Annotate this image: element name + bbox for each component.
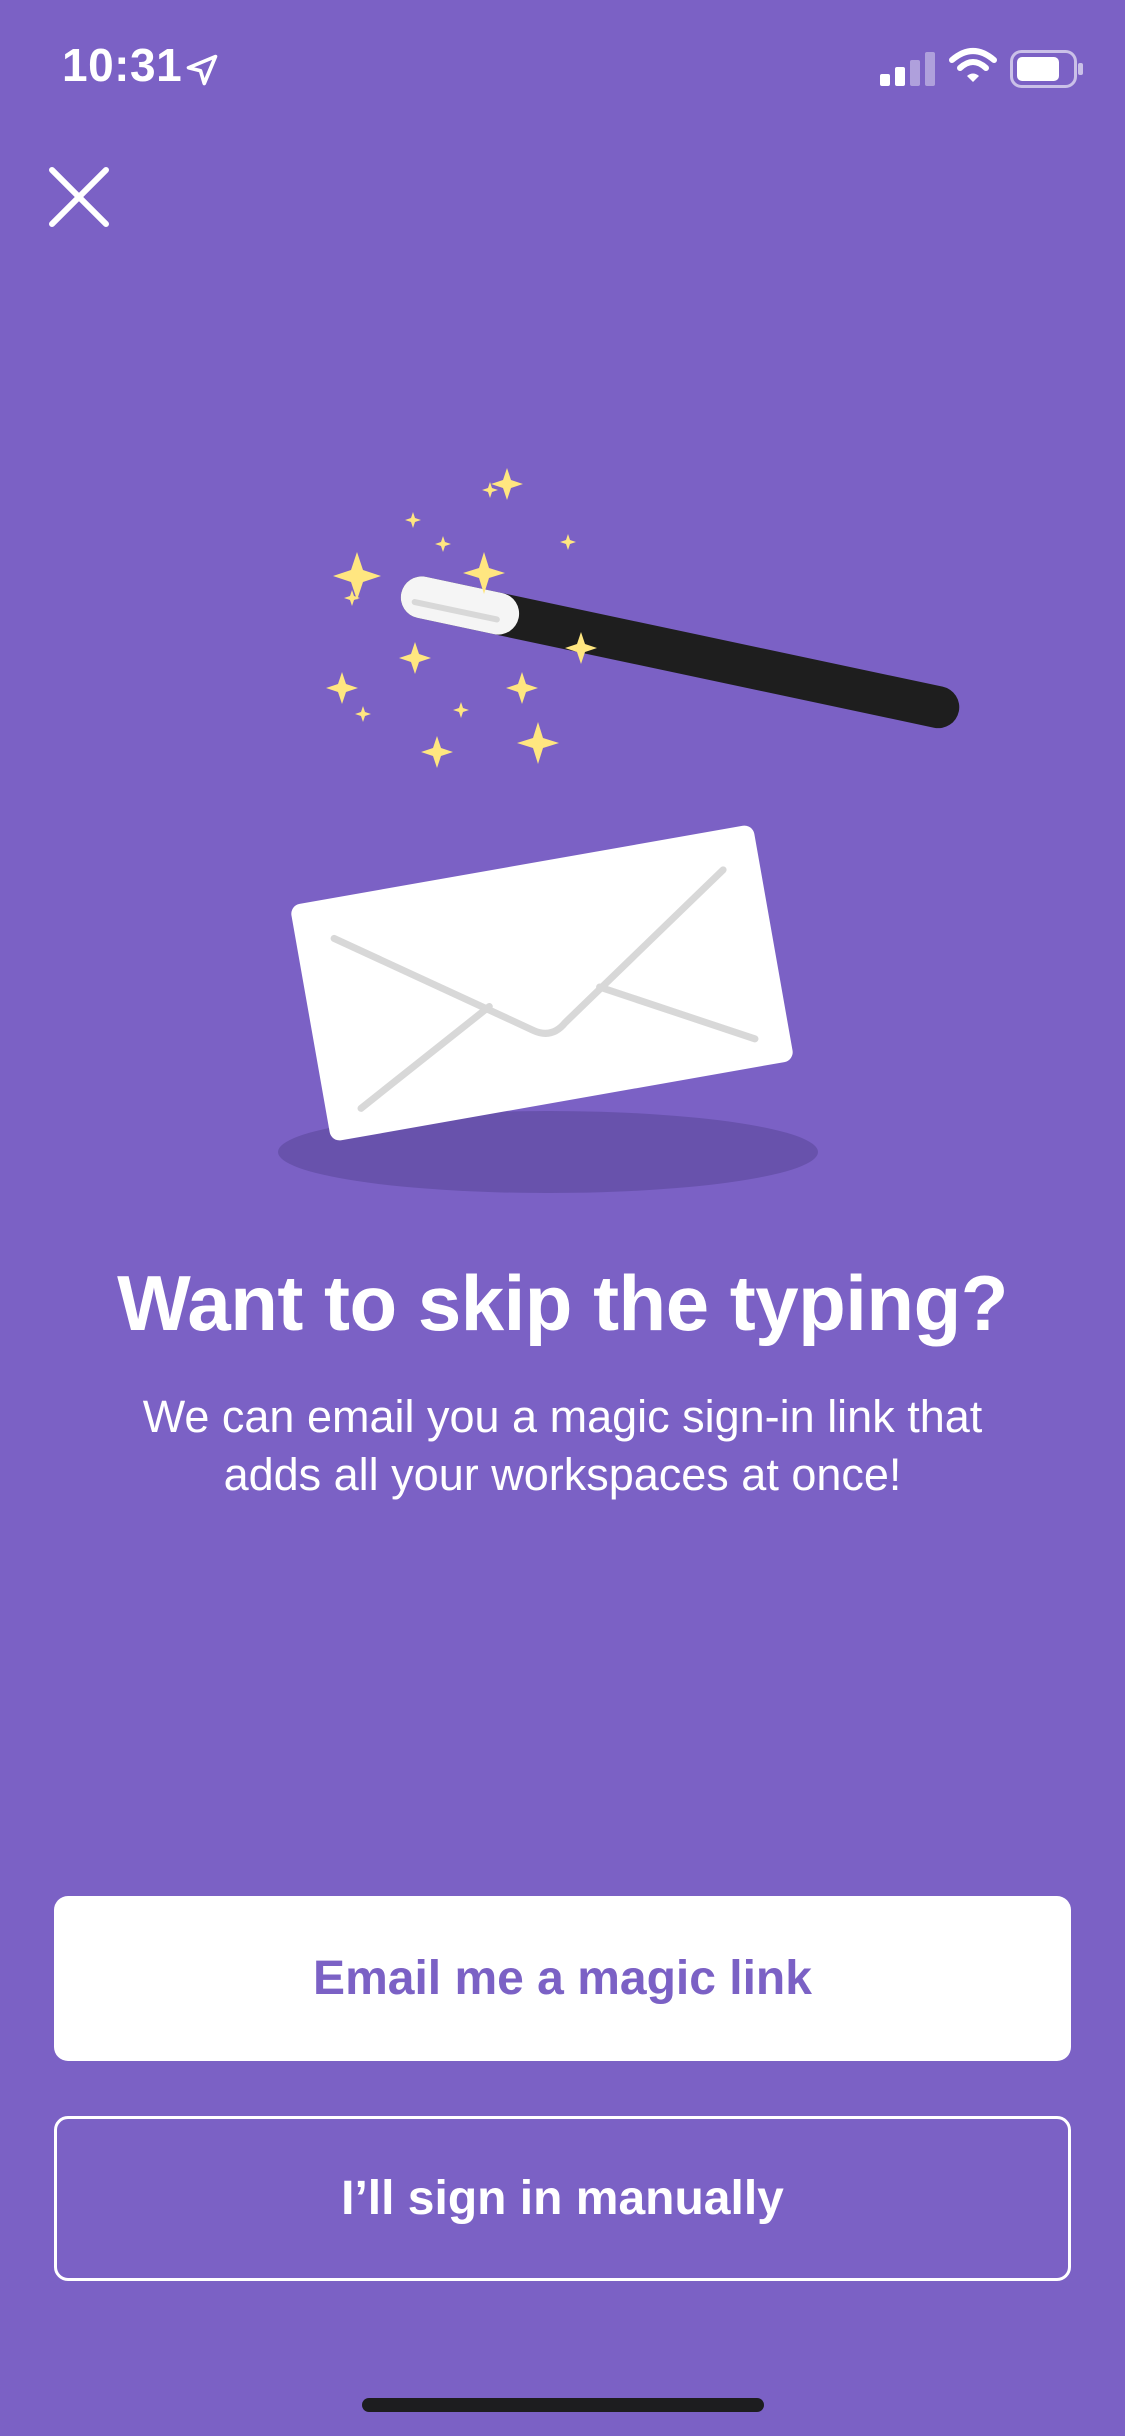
wifi-icon: [949, 48, 997, 82]
location-arrow-icon: [186, 54, 218, 86]
cellular-signal-icon: [880, 52, 935, 86]
email-magic-link-button[interactable]: Email me a magic link: [54, 1896, 1071, 2061]
battery-icon: [1010, 50, 1083, 88]
status-time: 10:31: [62, 39, 183, 91]
magic-envelope-illustration: [278, 468, 960, 1193]
envelope-icon: [291, 825, 793, 1141]
close-icon[interactable]: [44, 162, 114, 232]
home-indicator[interactable]: [362, 2398, 764, 2412]
description-line-1: We can email you a magic sign-in link th…: [142, 1391, 983, 1442]
magic-wand-icon: [400, 576, 960, 729]
sign-in-manually-button[interactable]: I’ll sign in manually: [54, 2116, 1071, 2281]
description-line-2: adds all your workspaces at once!: [223, 1449, 902, 1500]
status-bar: 10:31: [0, 0, 1125, 140]
page-description: We can email you a magic sign-in link th…: [100, 1388, 1025, 1504]
page-title: Want to skip the typing?: [117, 1259, 1008, 1347]
sign-in-manually-label: I’ll sign in manually: [341, 2172, 784, 2225]
email-magic-link-label: Email me a magic link: [313, 1952, 812, 2005]
